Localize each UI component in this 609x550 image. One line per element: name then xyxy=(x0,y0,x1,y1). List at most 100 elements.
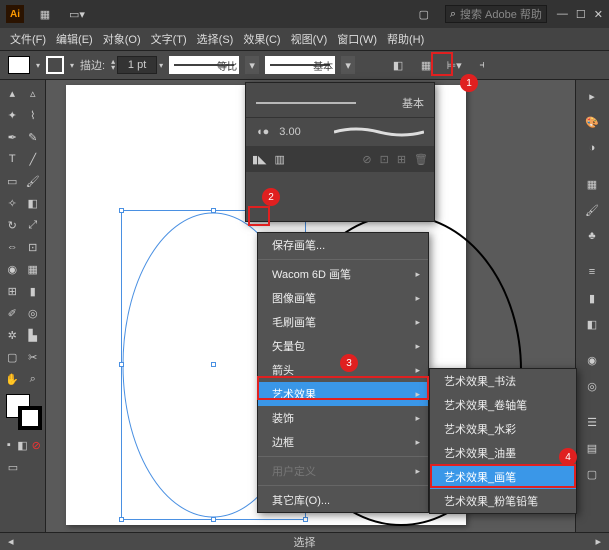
shaper-tool[interactable]: ✧ xyxy=(2,192,23,214)
close-button[interactable]: ✕ xyxy=(594,8,603,21)
brush-options-icon[interactable]: ⊡ xyxy=(380,153,389,166)
artboard-tool[interactable]: ▢ xyxy=(2,346,23,368)
rotate-tool[interactable]: ↻ xyxy=(2,214,23,236)
panel-color-guide[interactable]: ◑ xyxy=(578,136,606,160)
menu-borders[interactable]: 边框 xyxy=(258,430,428,454)
stroke-dropdown[interactable]: ▾ xyxy=(70,61,74,70)
menu-decorative[interactable]: 装饰 xyxy=(258,406,428,430)
gradient-mode[interactable]: ◧ xyxy=(16,434,30,456)
brush-remove-icon[interactable]: ⊘ xyxy=(362,153,371,166)
brush-dropdown[interactable]: ▾ xyxy=(341,56,355,74)
bridge-icon[interactable]: ▦ xyxy=(34,3,56,25)
sync-icon[interactable]: ▢ xyxy=(413,3,435,25)
panel-transparency[interactable]: ◧ xyxy=(578,312,606,336)
brush-basic-row[interactable]: 基本 xyxy=(246,89,434,117)
menu-edit[interactable]: 编辑(E) xyxy=(52,29,97,49)
menu-window[interactable]: 窗口(W) xyxy=(333,29,381,49)
submenu-watercolor[interactable]: 艺术效果_水彩 xyxy=(430,417,576,441)
brush-preview[interactable]: 基本 xyxy=(265,56,335,74)
statusbar-right-arrow[interactable]: ▸ xyxy=(595,535,601,548)
panel-swatches[interactable]: ▦ xyxy=(578,172,606,196)
stroke-spinner[interactable]: ▴▾ xyxy=(111,59,115,71)
magic-wand-tool[interactable]: ✦ xyxy=(2,104,23,126)
panel-properties[interactable]: ▸ xyxy=(578,84,606,108)
mesh-tool[interactable]: ⊞ xyxy=(2,280,23,302)
rectangle-tool[interactable]: ▭ xyxy=(2,170,23,192)
curvature-tool[interactable]: ✎ xyxy=(23,126,44,148)
lasso-tool[interactable]: ⌇ xyxy=(23,104,44,126)
menu-file[interactable]: 文件(F) xyxy=(6,29,50,49)
panel-assets[interactable]: ▤ xyxy=(578,436,606,460)
search-input[interactable]: ⌕ 搜索 Adobe 帮助 xyxy=(445,5,547,23)
fill-swatch[interactable] xyxy=(8,56,30,74)
brush-size-value: 3.00 xyxy=(279,126,300,138)
symbol-sprayer-tool[interactable]: ✲ xyxy=(2,324,23,346)
statusbar-left-arrow[interactable]: ◂ xyxy=(8,535,14,548)
pen-tool[interactable]: ✒ xyxy=(2,126,23,148)
menu-help[interactable]: 帮助(H) xyxy=(383,29,428,49)
eyedropper-tool[interactable]: ✐ xyxy=(2,302,23,324)
submenu-ink[interactable]: 艺术效果_油墨 xyxy=(430,441,576,465)
zoom-tool[interactable]: ⌕ xyxy=(23,368,44,390)
panel-symbols[interactable]: ♣ xyxy=(578,224,606,248)
type-tool[interactable]: T xyxy=(2,148,23,170)
panel-artboards[interactable]: ▢ xyxy=(578,462,606,486)
arrange-icon[interactable]: ▭▾ xyxy=(66,3,88,25)
screen-mode[interactable]: ▭ xyxy=(2,456,24,478)
none-mode[interactable]: ⊘ xyxy=(29,434,43,456)
paintbrush-tool[interactable]: 🖌 xyxy=(23,170,44,192)
transform-icon[interactable]: ⫞ xyxy=(471,54,493,76)
fill-stroke-swatch[interactable] xyxy=(6,394,42,430)
slice-tool[interactable]: ✂ xyxy=(23,346,44,368)
blend-tool[interactable]: ◎ xyxy=(23,302,44,324)
menu-bristle-brush[interactable]: 毛刷画笔 xyxy=(258,310,428,334)
panel-stroke[interactable]: ≡ xyxy=(578,260,606,284)
minimize-button[interactable]: — xyxy=(557,8,568,21)
panel-appearance[interactable]: ◉ xyxy=(578,348,606,372)
menu-wacom[interactable]: Wacom 6D 画笔 xyxy=(258,262,428,286)
panel-color[interactable]: 🎨 xyxy=(578,110,606,134)
maximize-button[interactable]: ☐ xyxy=(576,8,586,21)
brush-delete-icon[interactable]: 🗑 xyxy=(414,153,428,166)
menu-effect[interactable]: 效果(C) xyxy=(239,29,284,49)
shape-builder-tool[interactable]: ◉ xyxy=(2,258,23,280)
line-tool[interactable]: ╱ xyxy=(23,148,44,170)
menu-view[interactable]: 视图(V) xyxy=(287,29,332,49)
perspective-tool[interactable]: ▦ xyxy=(23,258,44,280)
stroke-swatch[interactable] xyxy=(46,56,64,74)
panel-graphic-styles[interactable]: ◎ xyxy=(578,374,606,398)
menu-other-library[interactable]: 其它库(O)... xyxy=(258,488,428,512)
menu-image-brush[interactable]: 图像画笔 xyxy=(258,286,428,310)
free-transform-tool[interactable]: ⊡ xyxy=(23,236,44,258)
profile-dropdown[interactable]: ▾ xyxy=(245,56,259,74)
menu-vector-pack[interactable]: 矢量包 xyxy=(258,334,428,358)
graph-tool[interactable]: ▙ xyxy=(23,324,44,346)
eraser-tool[interactable]: ◧ xyxy=(23,192,44,214)
panel-brushes[interactable]: 🖌 xyxy=(578,198,606,222)
selection-tool[interactable]: ▴ xyxy=(2,82,23,104)
submenu-chalk-pencil[interactable]: 艺术效果_粉笔铅笔 xyxy=(430,489,576,513)
menu-save-brushes[interactable]: 保存画笔... xyxy=(258,233,428,257)
direct-selection-tool[interactable]: ▵ xyxy=(23,82,44,104)
panel-gradient[interactable]: ▮ xyxy=(578,286,606,310)
width-tool[interactable]: ⇔ xyxy=(2,236,23,258)
submenu-calligraphy[interactable]: 艺术效果_书法 xyxy=(430,369,576,393)
stroke-weight-dropdown[interactable]: ▾ xyxy=(159,61,163,70)
opacity-icon[interactable]: ◧ xyxy=(387,54,409,76)
scale-tool[interactable]: ⤢ xyxy=(23,214,44,236)
stroke-weight-input[interactable] xyxy=(117,56,157,74)
fill-dropdown[interactable]: ▾ xyxy=(36,61,40,70)
gradient-tool[interactable]: ▮ xyxy=(23,280,44,302)
menu-object[interactable]: 对象(O) xyxy=(99,29,145,49)
hand-tool[interactable]: ✋ xyxy=(2,368,23,390)
profile-preview[interactable]: 等比 xyxy=(169,56,239,74)
panel-layers[interactable]: ☰ xyxy=(578,410,606,434)
brush-new-icon[interactable]: ⊞ xyxy=(397,153,406,166)
brush-3pt-row[interactable]: ◖● 3.00 xyxy=(246,118,434,146)
menu-type[interactable]: 文字(T) xyxy=(147,29,191,49)
submenu-scroll-pen[interactable]: 艺术效果_卷轴笔 xyxy=(430,393,576,417)
color-mode[interactable]: ▪ xyxy=(2,434,16,456)
brush-libraries-icon[interactable]: ▮◣ xyxy=(252,153,267,166)
brush-libraries-menu-icon[interactable]: ▥ xyxy=(275,153,285,166)
menu-select[interactable]: 选择(S) xyxy=(193,29,238,49)
